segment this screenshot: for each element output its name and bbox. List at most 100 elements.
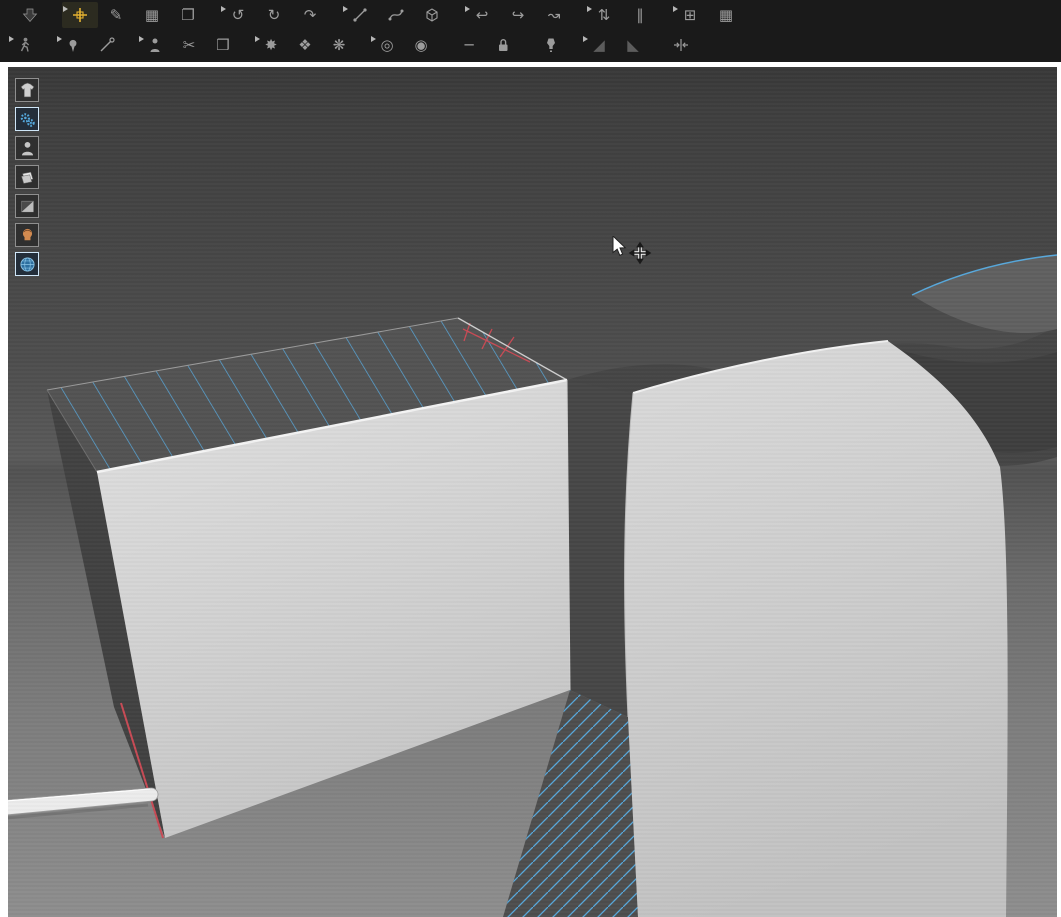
edit-texture-tool-icon: ▦ <box>145 8 159 23</box>
segment-sewing-tool-icon <box>352 7 368 23</box>
toolbar-row-2: ✂ ❒ ✸ ❖ ❋ ◎ ◉ ─ ◢ ◣ <box>0 30 1061 60</box>
quad-mesh-tool-icon: ⊞ <box>684 8 697 23</box>
pattern-cut-tool[interactable]: ❒ <box>206 32 240 58</box>
lock-tool-icon <box>495 37 511 53</box>
dropdown-arrow-icon <box>583 36 588 42</box>
viewport-frame <box>0 62 1061 917</box>
dropdown-arrow-icon <box>371 36 376 42</box>
mesh-grid-tool-icon: ▦ <box>719 8 733 23</box>
shade-triangle-tool-a[interactable]: ◢ <box>582 32 616 58</box>
dropdown-arrow-icon <box>465 6 470 12</box>
needle-tool[interactable] <box>90 32 124 58</box>
sewing-3d-tool[interactable] <box>414 2 450 28</box>
rotate-cw-tool[interactable]: ↻ <box>256 2 292 28</box>
import-garment-tool[interactable] <box>12 2 48 28</box>
toolbar-row-1: ✎ ▦ ❐ ↺ ↻ ↷ ↩ ↪ ↝ ⇅ ∥ ⊞ ▦ <box>0 0 1061 30</box>
collision-arrows-tool-icon <box>673 37 689 53</box>
world-view-button[interactable] <box>15 252 39 276</box>
head-icon <box>19 227 36 244</box>
gears-icon <box>19 111 36 128</box>
collision-arrows-tool[interactable] <box>664 32 698 58</box>
pin-pair-tool-icon: ⇅ <box>598 8 611 23</box>
cluster-tool[interactable]: ❖ <box>288 32 322 58</box>
pin-tool[interactable] <box>56 32 90 58</box>
person-icon <box>19 140 36 157</box>
walk-avatar-tool-icon <box>17 37 33 53</box>
right-garment-panel[interactable] <box>625 341 1008 917</box>
scissors-tool[interactable]: ✂ <box>172 32 206 58</box>
free-sewing-tool[interactable] <box>378 2 414 28</box>
panel-gap <box>567 380 633 717</box>
rotate-arc-tool-icon: ↷ <box>304 8 317 23</box>
flower-cluster-tool-icon: ❋ <box>333 38 346 53</box>
dropdown-arrow-icon <box>587 6 592 12</box>
dropdown-arrow-icon <box>255 36 260 42</box>
flatten-tool-icon: ↝ <box>548 8 561 23</box>
lock-tool[interactable] <box>486 32 520 58</box>
pin-pair-tool[interactable]: ⇅ <box>586 2 622 28</box>
halfsq-icon <box>19 198 36 215</box>
dropdown-arrow-icon <box>9 36 14 42</box>
sewing-3d-tool-icon <box>424 7 440 23</box>
dropdown-arrow-icon <box>343 6 348 12</box>
cluster-tool-icon: ❖ <box>298 38 311 53</box>
edit-pattern-tool[interactable]: ✎ <box>98 2 134 28</box>
mesh-grid-tool[interactable]: ▦ <box>708 2 744 28</box>
button-tool[interactable]: ◉ <box>404 32 438 58</box>
avatar-skin-button[interactable] <box>15 223 39 247</box>
show-garment-button[interactable] <box>15 78 39 102</box>
tack-tool[interactable]: ∥ <box>622 2 658 28</box>
avatar-tape-tool[interactable] <box>138 32 172 58</box>
dropdown-arrow-icon <box>139 36 144 42</box>
avatar-tape-tool-icon <box>147 37 163 53</box>
tack-tool-icon: ∥ <box>636 8 644 23</box>
burst-tool-icon: ✸ <box>265 38 278 53</box>
walk-avatar-tool[interactable] <box>8 32 42 58</box>
burst-tool[interactable]: ✸ <box>254 32 288 58</box>
view-mode-toolbar <box>15 78 39 276</box>
dropdown-arrow-icon <box>673 6 678 12</box>
seam-line-tool[interactable]: ─ <box>452 32 486 58</box>
rotate-arc-tool[interactable]: ↷ <box>292 2 328 28</box>
surface-shade-button[interactable] <box>15 194 39 218</box>
shirt-icon <box>19 82 36 99</box>
dressform-tool-icon <box>543 37 559 53</box>
unfold-tool[interactable]: ↪ <box>500 2 536 28</box>
unfold-tool-icon: ↪ <box>512 8 525 23</box>
rotate-ccw-tool[interactable]: ↺ <box>220 2 256 28</box>
shade-triangle-tool-b-icon: ◣ <box>627 38 639 53</box>
free-sewing-tool-icon <box>388 7 404 23</box>
flower-cluster-tool[interactable]: ❋ <box>322 32 356 58</box>
dropdown-arrow-icon <box>57 36 62 42</box>
pin-tool-icon <box>65 37 81 53</box>
quad-mesh-tool[interactable]: ⊞ <box>672 2 708 28</box>
simulation-button[interactable] <box>15 107 39 131</box>
edit-texture-tool[interactable]: ▦ <box>134 2 170 28</box>
scissors-tool-icon: ✂ <box>183 38 196 53</box>
fold-arrangement-tool[interactable]: ↩ <box>464 2 500 28</box>
transform-pattern-tool[interactable] <box>62 2 98 28</box>
dropdown-arrow-icon <box>63 6 68 12</box>
copy-pattern-tool-icon: ❐ <box>181 8 194 23</box>
dressform-tool[interactable] <box>534 32 568 58</box>
fold-arrangement-tool-icon: ↩ <box>476 8 489 23</box>
viewport-3d[interactable] <box>8 67 1057 917</box>
import-garment-tool-icon <box>22 7 38 23</box>
flatten-tool[interactable]: ↝ <box>536 2 572 28</box>
rotate-ccw-tool-icon: ↺ <box>232 8 245 23</box>
button-place-tool-icon: ◎ <box>380 38 393 53</box>
pattern-cut-tool-icon: ❒ <box>216 38 229 53</box>
button-tool-icon: ◉ <box>414 38 427 53</box>
shade-triangle-tool-b[interactable]: ◣ <box>616 32 650 58</box>
shade-triangle-tool-a-icon: ◢ <box>593 38 605 53</box>
copy-pattern-tool[interactable]: ❐ <box>170 2 206 28</box>
edit-pattern-tool-icon: ✎ <box>110 8 123 23</box>
garment-3d-scene <box>8 67 1057 917</box>
segment-sewing-tool[interactable] <box>342 2 378 28</box>
transform-pattern-tool-icon <box>72 7 88 23</box>
button-place-tool[interactable]: ◎ <box>370 32 404 58</box>
needle-tool-icon <box>99 37 115 53</box>
show-avatar-button[interactable] <box>15 136 39 160</box>
seam-line-tool-icon: ─ <box>464 38 473 53</box>
fabric-layers-button[interactable] <box>15 165 39 189</box>
